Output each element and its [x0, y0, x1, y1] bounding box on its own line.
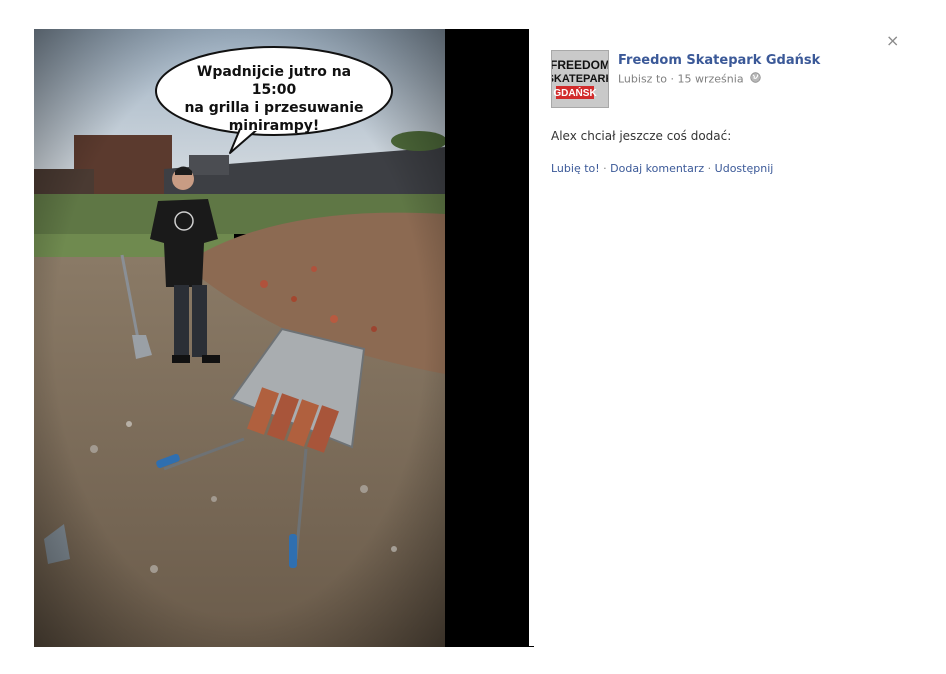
close-icon[interactable]: ×: [886, 31, 899, 50]
meta-like-status: Lubisz to: [618, 72, 667, 86]
page-avatar[interactable]: FREEDOM SKATEPARK GDAŃSK: [551, 50, 609, 108]
avatar-line: FREEDOM: [552, 58, 608, 72]
comment-link[interactable]: Dodaj komentarz: [610, 162, 704, 174]
speech-bubble: Wpadnijcie jutro na 15:00 na grilla i pr…: [174, 63, 374, 135]
globe-icon[interactable]: [750, 72, 761, 86]
post-date[interactable]: 15 września: [678, 73, 744, 86]
action-separator: ·: [603, 162, 607, 174]
photo[interactable]: Wpadnijcie jutro na 15:00 na grilla i pr…: [34, 29, 445, 647]
share-link[interactable]: Udostępnij: [715, 162, 774, 174]
post-text: Alex chciał jeszcze coś dodać:: [551, 129, 732, 143]
post-actions: Lubię to! · Dodaj komentarz · Udostępnij: [551, 162, 773, 174]
photo-viewer: Wpadnijcie jutro na 15:00 na grilla i pr…: [34, 29, 529, 647]
page-name-link[interactable]: Freedom Skatepark Gdańsk: [618, 53, 820, 68]
avatar-line: SKATEPARK: [552, 73, 608, 85]
speech-bubble-line: na grilla i przesuwanie: [184, 100, 364, 116]
speech-bubble-line: minirampy!: [228, 118, 320, 134]
divider: [529, 646, 534, 647]
avatar-line: GDAŃSK: [553, 86, 597, 99]
post-meta: Lubisz to · 15 września: [618, 72, 761, 86]
like-link[interactable]: Lubię to!: [551, 162, 600, 174]
speech-bubble-line: Wpadnijcie jutro na 15:00: [196, 64, 352, 98]
action-separator: ·: [707, 162, 712, 174]
meta-separator: ·: [670, 72, 675, 86]
